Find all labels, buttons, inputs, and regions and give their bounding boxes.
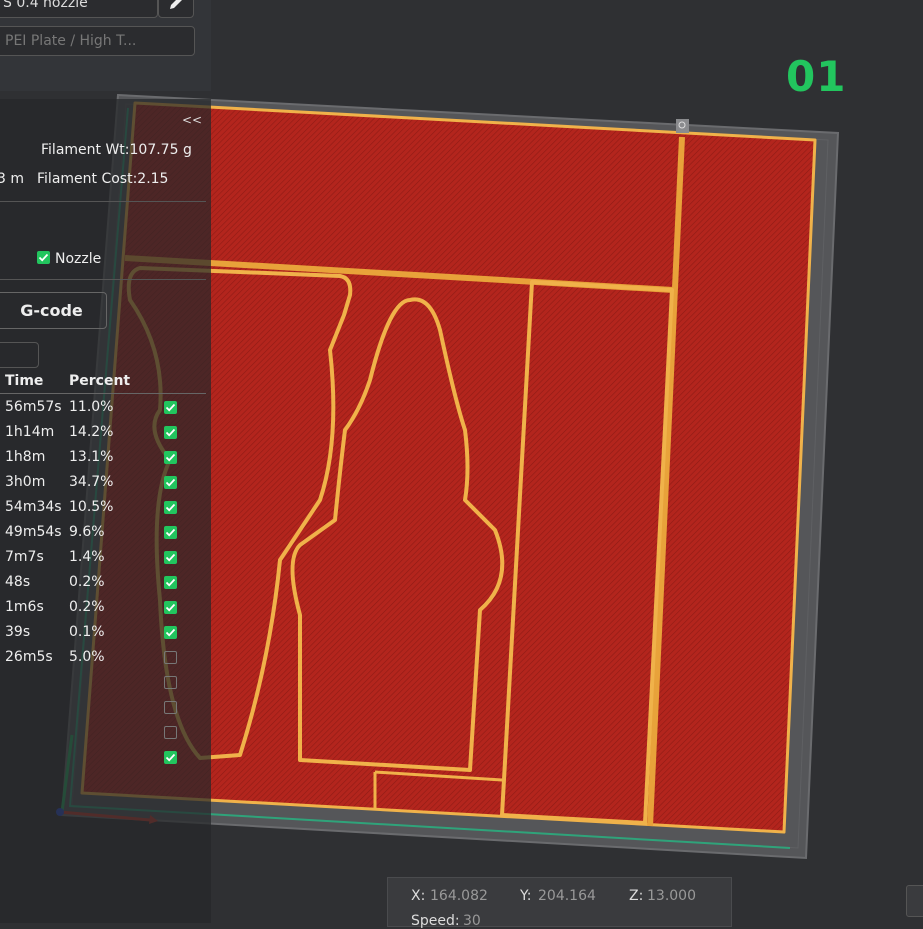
filament-cost: Filament Cost:2.15 [37, 171, 169, 187]
table-divider [0, 393, 206, 394]
time-header: Time [5, 373, 44, 389]
row-visibility-checkbox[interactable] [164, 551, 177, 564]
row-visibility-checkbox[interactable] [164, 601, 177, 614]
y-label: Y: [520, 888, 532, 904]
check-icon [165, 578, 176, 587]
nozzle-select[interactable]: S 0.4 nozzle [0, 0, 158, 18]
row-time: 1m6s [5, 599, 44, 615]
filter-input[interactable] [0, 342, 39, 368]
row-time: 7m7s [5, 549, 44, 565]
check-icon [165, 603, 176, 612]
edit-printer-button[interactable] [158, 0, 194, 18]
row-visibility-checkbox[interactable] [164, 751, 177, 764]
check-icon [165, 528, 176, 537]
row-visibility-checkbox[interactable] [164, 651, 177, 664]
row-percent: 0.2% [69, 574, 105, 590]
row-time: 26m5s [5, 649, 53, 665]
row-time: 3h0m [5, 474, 46, 490]
row-visibility-checkbox[interactable] [164, 626, 177, 639]
row-percent: 0.1% [69, 624, 105, 640]
row-visibility-checkbox[interactable] [164, 451, 177, 464]
row-percent: 34.7% [69, 474, 114, 490]
z-label: Z: [629, 888, 644, 904]
divider [0, 201, 206, 202]
y-value: 204.164 [538, 888, 596, 904]
table-row: 39s 0.1% [0, 623, 206, 648]
row-time: 1h8m [5, 449, 46, 465]
table-row [0, 673, 206, 698]
row-percent: 10.5% [69, 499, 114, 515]
filament-weight: Filament Wt:107.75 g [41, 142, 192, 158]
row-visibility-checkbox[interactable] [164, 676, 177, 689]
row-visibility-checkbox[interactable] [164, 501, 177, 514]
row-percent: 13.1% [69, 449, 114, 465]
speed-value: 30 [463, 913, 481, 929]
nozzle-checkbox[interactable] [37, 251, 50, 264]
table-row: 56m57s 11.0% [0, 398, 206, 423]
table-row: 49m54s 9.6% [0, 523, 206, 548]
nozzle-label: Nozzle [55, 251, 102, 267]
row-percent: 9.6% [69, 524, 105, 540]
check-icon [165, 453, 176, 462]
row-time: 1h14m [5, 424, 55, 440]
row-percent: 0.2% [69, 599, 105, 615]
check-icon [165, 503, 176, 512]
row-percent: 5.0% [69, 649, 105, 665]
table-row: 1h8m 13.1% [0, 448, 206, 473]
percent-header: Percent [69, 373, 131, 389]
check-icon [165, 553, 176, 562]
table-row: 48s 0.2% [0, 573, 206, 598]
speed-label: Speed: [411, 913, 460, 929]
cursor-coordinates: X: 164.082 Y: 204.164 Z: 13.000 Speed: 3… [387, 877, 732, 929]
row-percent: 11.0% [69, 399, 114, 415]
row-time: 48s [5, 574, 31, 590]
check-icon [165, 753, 176, 762]
table-row: 26m5s 5.0% [0, 648, 206, 673]
table-row [0, 748, 206, 773]
table-row: 1h14m 14.2% [0, 423, 206, 448]
check-icon [165, 403, 176, 412]
row-percent: 14.2% [69, 424, 114, 440]
view-toggle-button[interactable] [906, 885, 923, 917]
table-row: 3h0m 34.7% [0, 473, 206, 498]
plate-number[interactable]: 01 [786, 52, 846, 101]
table-row: 54m34s 10.5% [0, 498, 206, 523]
check-icon [38, 253, 49, 262]
filament-length: 3 m [0, 171, 24, 187]
row-time: 39s [5, 624, 31, 640]
row-time: 54m34s [5, 499, 62, 515]
row-visibility-checkbox[interactable] [164, 726, 177, 739]
check-icon [165, 428, 176, 437]
pencil-icon [170, 0, 182, 9]
x-label: X: [411, 888, 426, 904]
check-icon [165, 478, 176, 487]
gcode-button[interactable]: G-code [0, 292, 107, 329]
table-row: 1m6s 0.2% [0, 598, 206, 623]
row-percent: 1.4% [69, 549, 105, 565]
plate-type-select[interactable]: PEI Plate / High T... [0, 26, 195, 56]
row-visibility-checkbox[interactable] [164, 526, 177, 539]
row-visibility-checkbox[interactable] [164, 476, 177, 489]
row-visibility-checkbox[interactable] [164, 576, 177, 589]
z-value: 13.000 [647, 888, 696, 904]
row-visibility-checkbox[interactable] [164, 426, 177, 439]
row-time: 49m54s [5, 524, 62, 540]
x-value: 164.082 [430, 888, 488, 904]
table-row [0, 723, 206, 748]
row-visibility-checkbox[interactable] [164, 701, 177, 714]
divider [0, 279, 206, 280]
table-row [0, 698, 206, 723]
row-visibility-checkbox[interactable] [164, 401, 177, 414]
origin-marker [676, 119, 689, 133]
collapse-button[interactable]: << [182, 113, 202, 127]
table-row: 7m7s 1.4% [0, 548, 206, 573]
row-time: 56m57s [5, 399, 62, 415]
check-icon [165, 628, 176, 637]
